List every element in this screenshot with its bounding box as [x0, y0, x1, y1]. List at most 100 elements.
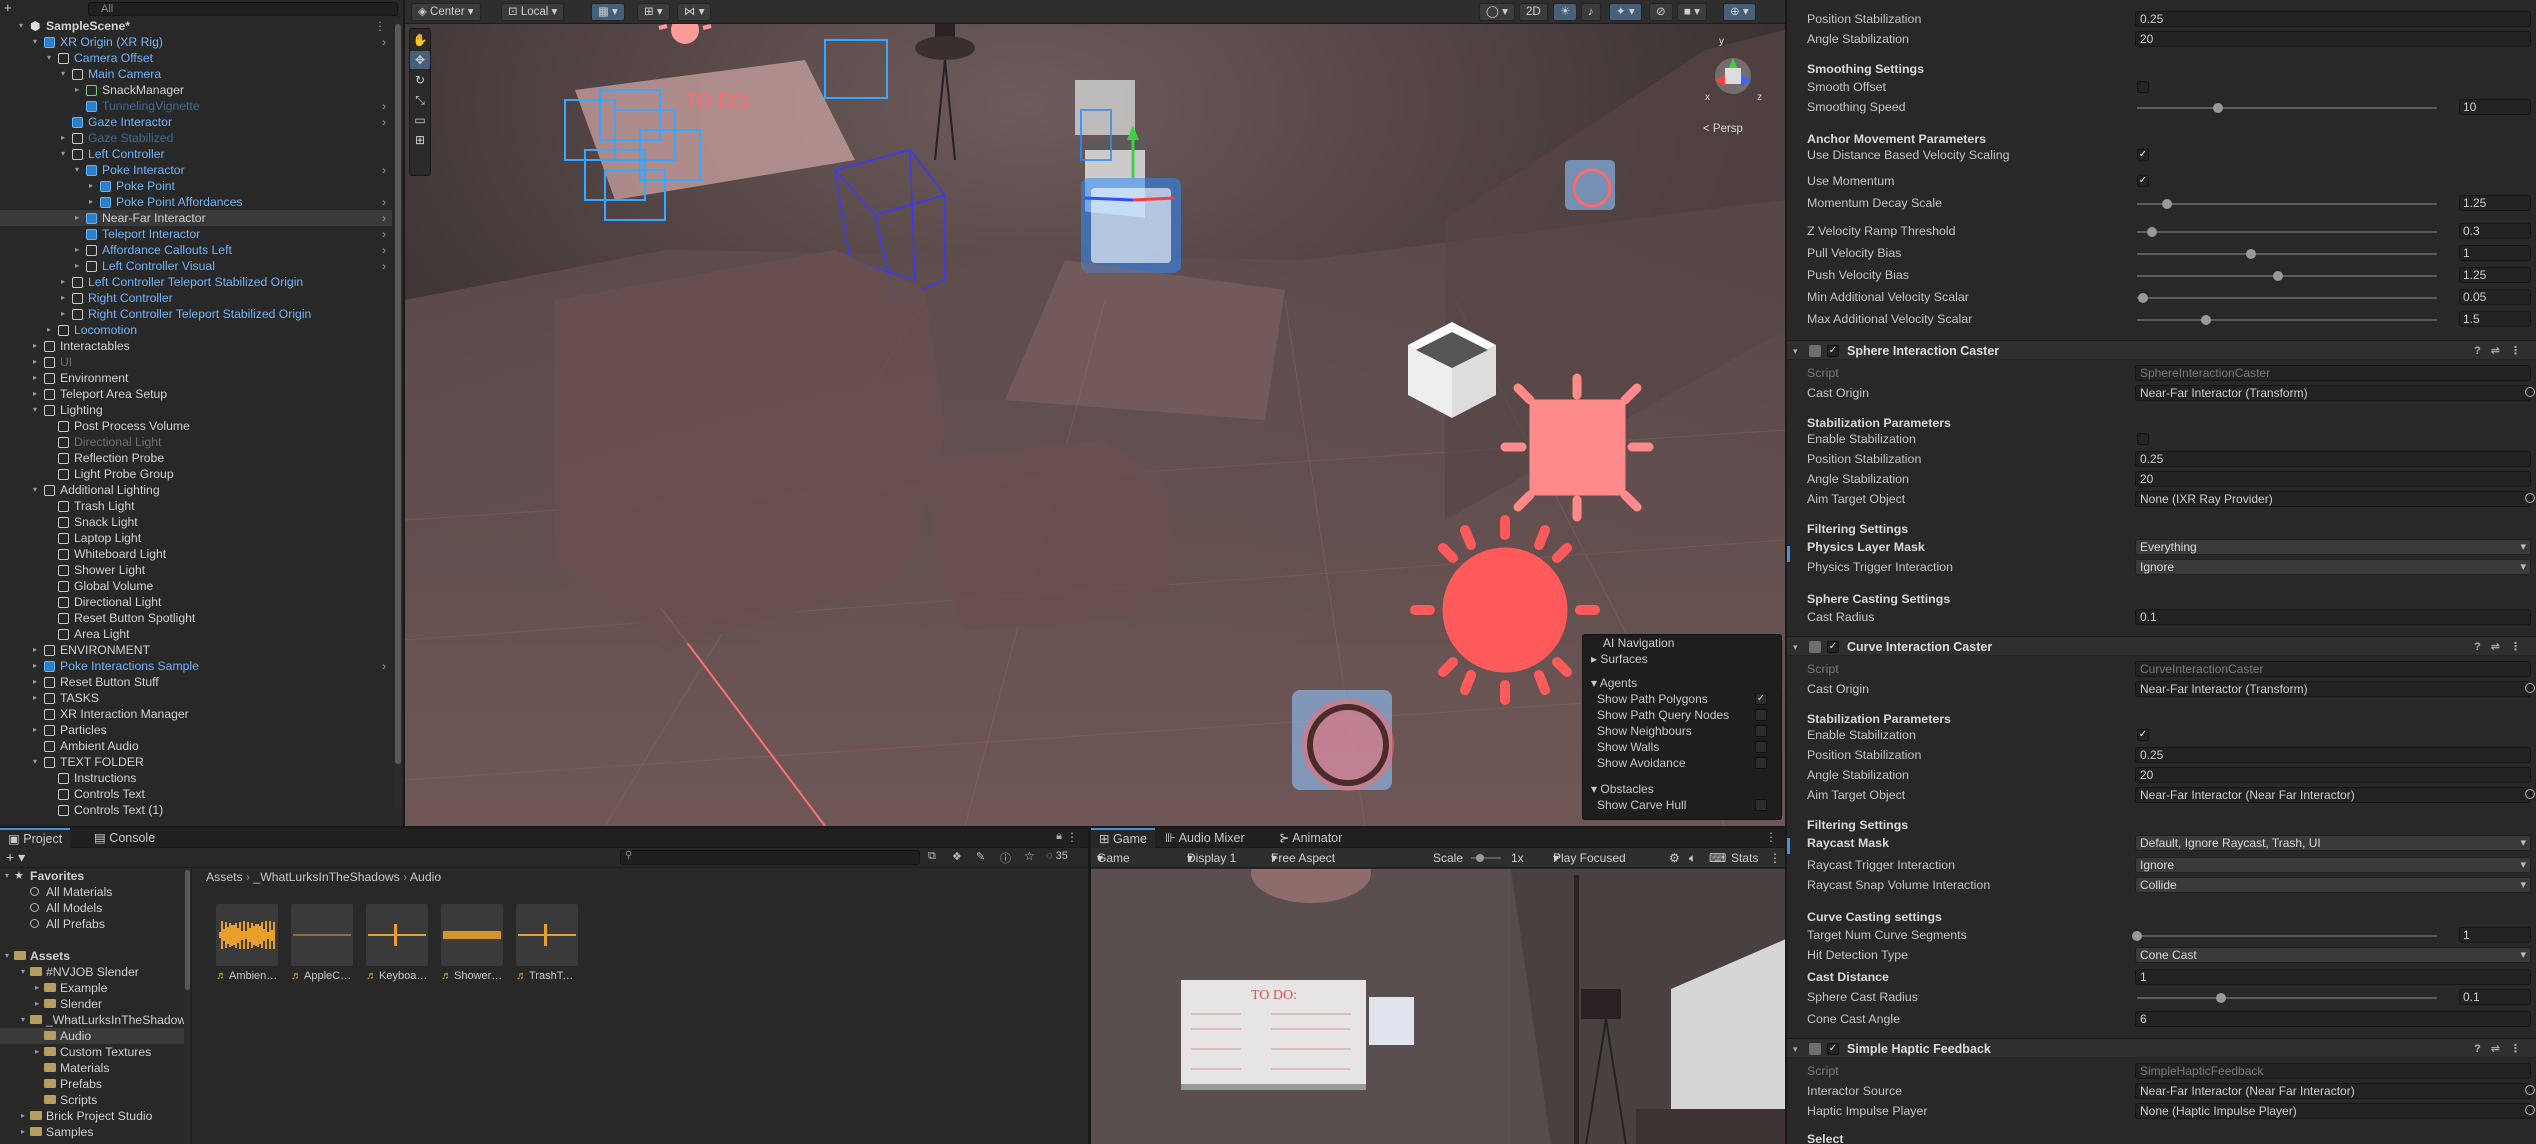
slider-knob[interactable]: [2201, 315, 2211, 325]
open-prefab-arrow-icon[interactable]: ›: [382, 114, 386, 130]
hand-tool-icon[interactable]: ✋: [410, 31, 430, 49]
object-picker-icon[interactable]: [2525, 1085, 2535, 1095]
collapsed-arrow-icon[interactable]: ▸: [72, 242, 82, 258]
foldout-arrow-icon[interactable]: ▾: [1793, 1039, 1798, 1059]
audio-asset[interactable]: AppleCrun...: [291, 904, 353, 982]
stats-button[interactable]: Stats: [1731, 848, 1758, 868]
top-slider-value[interactable]: 0.3: [2459, 223, 2531, 239]
top-slider-value[interactable]: 1.5: [2459, 311, 2531, 327]
top-slider-value[interactable]: 1.25: [2459, 267, 2531, 283]
slider-knob[interactable]: [2162, 199, 2172, 209]
collapsed-arrow-icon[interactable]: ▸: [44, 322, 54, 338]
slider-knob[interactable]: [2213, 103, 2223, 113]
hierarchy-row[interactable]: ▸ Poke Point: [0, 178, 392, 194]
obstacles-foldout[interactable]: ▾ Obstacles: [1591, 781, 1654, 797]
agents-foldout[interactable]: ▾ Agents: [1591, 675, 1637, 691]
breadcrumb-current[interactable]: Audio: [410, 870, 441, 884]
hierarchy-row[interactable]: Directional Light: [0, 594, 392, 610]
curve-raycast-snap-dropdown[interactable]: Collide: [2135, 877, 2531, 893]
curve-cast-origin-value[interactable]: Near-Far Interactor (Transform): [2135, 681, 2531, 697]
tag-icon[interactable]: ✎: [976, 850, 985, 863]
tab-animator[interactable]: ⊱ Animator: [1271, 828, 1350, 848]
sphere-interaction-caster-header[interactable]: ▾ ✓ Sphere Interaction Caster ?⇌⋮: [1787, 340, 2536, 360]
slider-knob[interactable]: [2216, 993, 2226, 1003]
folder-arrow-icon[interactable]: ▸: [18, 1108, 28, 1124]
top-slider-slider[interactable]: [2137, 315, 2437, 325]
scale-tool-icon[interactable]: ⤡: [410, 91, 430, 109]
hierarchy-row[interactable]: Area Light: [0, 626, 392, 642]
sphere-aim-target-value[interactable]: None (IXR Ray Provider): [2135, 491, 2531, 507]
ai-nav-checkbox[interactable]: [1755, 725, 1767, 737]
ai-nav-checkbox[interactable]: [1755, 741, 1767, 753]
ai-nav-option[interactable]: Show Walls: [1597, 739, 1779, 755]
hierarchy-row[interactable]: ▸ Affordance Callouts Left ›: [0, 242, 392, 258]
slider-knob[interactable]: [2246, 249, 2256, 259]
top-field-value[interactable]: 0.25: [2135, 11, 2531, 27]
surfaces-foldout[interactable]: ▸ Surfaces: [1591, 651, 1648, 667]
component-tools-icon[interactable]: ?⇌⋮: [2474, 341, 2531, 361]
object-picker-icon[interactable]: [2525, 493, 2535, 503]
hierarchy-row[interactable]: ▸ Teleport Area Setup: [0, 386, 392, 402]
transform-tool-icon[interactable]: ⊞: [410, 131, 430, 149]
sphere-cast-radius-value[interactable]: 0.1: [2135, 609, 2531, 625]
hierarchy-row[interactable]: Gaze Interactor ›: [0, 114, 392, 130]
hidden-objects-icon[interactable]: ⊘: [1649, 3, 1673, 21]
open-prefab-arrow-icon[interactable]: ›: [382, 98, 386, 114]
shortcuts-icon[interactable]: ⌨: [1709, 848, 1726, 868]
tab-project[interactable]: ▣ Project: [0, 828, 71, 848]
pivot-dropdown[interactable]: ◈ Center ▾: [411, 3, 481, 21]
scene-menu-icon[interactable]: ⋮: [374, 18, 386, 34]
top-field-value[interactable]: 20: [2135, 31, 2531, 47]
folder-item[interactable]: ▸ Brick Project Studio: [0, 1108, 191, 1124]
hierarchy-row[interactable]: Directional Light: [0, 434, 392, 450]
open-prefab-arrow-icon[interactable]: ›: [382, 258, 386, 274]
create-icon[interactable]: + ▾: [6, 849, 25, 866]
component-tools-icon[interactable]: ?⇌⋮: [2474, 637, 2531, 657]
collapsed-arrow-icon[interactable]: ▸: [72, 258, 82, 274]
hierarchy-row[interactable]: TunnelingVignette ›: [0, 98, 392, 114]
curve-raycast-mask-dropdown[interactable]: Default, Ignore Raycast, Trash, UI: [2135, 835, 2531, 851]
favorite-item[interactable]: All Materials: [0, 884, 191, 900]
hierarchy-row[interactable]: Whiteboard Light: [0, 546, 392, 562]
open-prefab-arrow-icon[interactable]: ›: [382, 194, 386, 210]
sphere-enable-stabilization-checkbox[interactable]: [2137, 433, 2149, 445]
collapsed-arrow-icon[interactable]: ▸: [30, 722, 40, 738]
object-picker-icon[interactable]: [2525, 789, 2535, 799]
rotate-tool-icon[interactable]: ↻: [410, 71, 430, 89]
foldout-arrow-icon[interactable]: ▾: [1793, 637, 1798, 657]
curve-cast-distance-value[interactable]: 1: [2135, 969, 2531, 985]
filter-label-icon[interactable]: ❖: [952, 850, 962, 863]
grid-snap-button[interactable]: ▦ ▾: [591, 3, 625, 21]
scene-view[interactable]: TO DO: y x z < Persp ◈ Center ▾ ⊡ Local …: [405, 0, 1785, 826]
curve-sphere-cast-radius-value[interactable]: 0.1: [2459, 989, 2531, 1005]
scale-slider-knob[interactable]: [1476, 854, 1484, 862]
curve-enable-stabilization-checkbox[interactable]: ✓: [2137, 729, 2149, 741]
tab-game[interactable]: ⊞ Game: [1091, 828, 1155, 848]
folder-item[interactable]: ▸ Slender: [0, 996, 191, 1012]
project-search-input[interactable]: [620, 850, 920, 865]
sphere-position-stabilization-value[interactable]: 0.25: [2135, 451, 2531, 467]
hierarchy-row[interactable]: ▸ TASKS: [0, 690, 392, 706]
hierarchy-row[interactable]: ▾ Poke Interactor ›: [0, 162, 392, 178]
expanded-arrow-icon[interactable]: ▾: [30, 482, 40, 498]
draw-mode-button[interactable]: ◯ ▾: [1479, 3, 1515, 21]
top-toggle-checkbox[interactable]: [2137, 81, 2149, 93]
hierarchy-row[interactable]: ▸ Interactables: [0, 338, 392, 354]
rect-tool-icon[interactable]: ▭: [410, 111, 430, 129]
project-tree-scrollbar[interactable]: [184, 868, 191, 1144]
hierarchy-row[interactable]: Laptop Light: [0, 530, 392, 546]
favorite-item[interactable]: All Prefabs: [0, 916, 191, 932]
hierarchy-row[interactable]: Teleport Interactor ›: [0, 226, 392, 242]
sphere-angle-stabilization-value[interactable]: 20: [2135, 471, 2531, 487]
ai-nav-checkbox[interactable]: [1755, 799, 1767, 811]
incremental-snap-button[interactable]: ⋈ ▾: [677, 3, 712, 21]
folder-arrow-icon[interactable]: ▸: [18, 1124, 28, 1140]
hierarchy-row[interactable]: Shower Light: [0, 562, 392, 578]
hierarchy-row[interactable]: Reset Button Spotlight: [0, 610, 392, 626]
collapsed-arrow-icon[interactable]: ▸: [72, 210, 82, 226]
hierarchy-row[interactable]: Trash Light: [0, 498, 392, 514]
aspect-dropdown[interactable]: Free Aspect ▾: [1271, 848, 1335, 868]
top-slider-slider[interactable]: [2137, 227, 2437, 237]
folder-item[interactable]: Materials: [0, 1060, 191, 1076]
sphere-physics-layer-mask-dropdown[interactable]: Everything: [2135, 539, 2531, 555]
